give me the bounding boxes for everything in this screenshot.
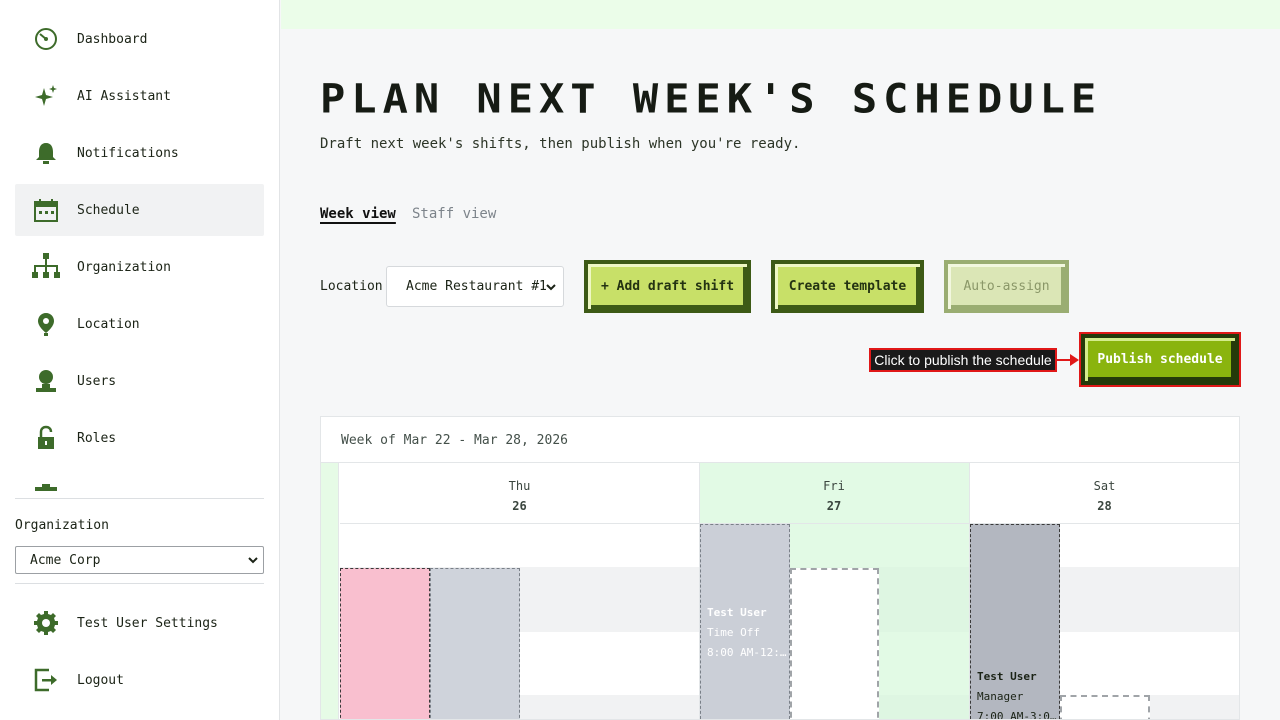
day-header-fri: Fri 27 xyxy=(699,463,969,524)
shift-block[interactable] xyxy=(430,568,520,719)
week-calendar: Week of Mar 22 - Mar 28, 2026 Thu 26 Fri… xyxy=(320,416,1240,720)
sidebar-item-label: Notifications xyxy=(77,145,179,161)
location-pin-icon xyxy=(30,308,62,340)
day-name: Sat xyxy=(1093,479,1116,493)
sidebar-item-dashboard[interactable]: Dashboard xyxy=(15,13,264,65)
time-gutter xyxy=(321,463,339,719)
logout-label: Logout xyxy=(77,672,124,688)
callout-arrow xyxy=(1057,359,1071,361)
logout-link[interactable]: Logout xyxy=(15,654,264,706)
day-header-thu: Thu 26 xyxy=(340,463,699,524)
top-banner xyxy=(281,0,1280,29)
calendar-icon xyxy=(30,194,62,226)
bell-icon xyxy=(30,137,62,169)
sidebar-item-label: Schedule xyxy=(77,202,140,218)
sidebar-item-label: Location xyxy=(77,316,140,332)
sidebar-divider xyxy=(15,498,264,499)
publish-highlight: Publish schedule xyxy=(1079,332,1241,387)
day-name: Fri xyxy=(823,479,845,493)
draft-shift-slot[interactable] xyxy=(1060,695,1150,719)
dashboard-icon xyxy=(30,23,62,55)
shift-user: Test User xyxy=(707,606,767,619)
briefcase-icon xyxy=(30,479,62,492)
shift-block-manager[interactable]: Test User Manager 7:00 AM-3:0… xyxy=(970,524,1060,720)
location-select-value: Acme Restaurant #1 xyxy=(406,279,547,294)
location-select[interactable]: Acme Restaurant #1 xyxy=(386,266,564,307)
page-subtitle: Draft next week's shifts, then publish w… xyxy=(320,136,801,152)
shift-time: 7:00 AM-3:0… xyxy=(977,710,1057,720)
org-chart-icon xyxy=(30,251,62,283)
logout-icon xyxy=(30,664,62,696)
shift-block-time-off[interactable]: Test User Time Off 8:00 AM-12:… xyxy=(700,524,790,719)
sidebar-item-label: AI Assistant xyxy=(77,88,171,104)
organization-select-value: Acme Corp xyxy=(30,552,101,568)
sidebar-item-label: Dashboard xyxy=(77,31,148,47)
shift-role: Time Off xyxy=(707,626,760,639)
calendar-header: Week of Mar 22 - Mar 28, 2026 xyxy=(321,417,1239,463)
callout-arrow-head xyxy=(1070,354,1079,366)
day-date: 27 xyxy=(826,499,842,513)
user-icon xyxy=(30,365,62,397)
user-settings-link[interactable]: Test User Settings xyxy=(15,597,264,649)
user-settings-label: Test User Settings xyxy=(77,615,218,631)
sidebar-nav: Dashboard AI Assistant Notifications Sch… xyxy=(15,13,264,492)
organization-label: Organization xyxy=(15,518,109,533)
sidebar-item-roles[interactable]: Roles xyxy=(15,412,264,464)
shift-role: Manager xyxy=(977,690,1024,703)
lock-icon xyxy=(30,422,62,454)
chevron-down-icon xyxy=(247,554,259,570)
week-title: Week of Mar 22 - Mar 28, 2026 xyxy=(341,433,568,448)
sidebar-item-label: Roles xyxy=(77,430,117,446)
auto-assign-button[interactable]: Auto-assign xyxy=(944,260,1069,313)
organization-select[interactable]: Acme Corp xyxy=(15,546,264,574)
create-template-button[interactable]: Create template xyxy=(771,260,924,313)
draft-shift-slot[interactable] xyxy=(790,568,879,719)
sidebar-item-label: Users xyxy=(77,373,117,389)
tab-staff-view[interactable]: Staff view xyxy=(412,206,496,222)
tab-week-view[interactable]: Week view xyxy=(320,206,396,222)
add-draft-shift-button[interactable]: + Add draft shift xyxy=(584,260,751,313)
sidebar-item-organization[interactable]: Organization xyxy=(15,241,264,293)
shift-user: Test User xyxy=(977,670,1037,683)
publish-schedule-button[interactable]: Publish schedule xyxy=(1081,334,1239,385)
chevron-down-icon xyxy=(545,281,557,297)
page-title: Plan next week's schedule xyxy=(320,75,1103,122)
sidebar-item-schedule[interactable]: Schedule xyxy=(15,184,264,236)
sidebar-divider xyxy=(15,583,264,584)
gear-icon xyxy=(30,607,62,639)
sidebar-item-notifications[interactable]: Notifications xyxy=(15,127,264,179)
day-date: 28 xyxy=(1097,499,1112,513)
publish-callout: Click to publish the schedule xyxy=(869,348,1057,372)
day-name: Thu xyxy=(508,479,531,493)
location-label: Location xyxy=(320,279,383,294)
day-date: 26 xyxy=(512,499,527,513)
sidebar-item-location[interactable]: Location xyxy=(15,298,264,350)
sidebar-item-users[interactable]: Users xyxy=(15,355,264,407)
day-header-sat: Sat 28 xyxy=(969,463,1239,524)
sidebar-item-ai-assistant[interactable]: AI Assistant xyxy=(15,70,264,122)
sidebar-item-partial[interactable] xyxy=(15,469,264,492)
shift-block[interactable] xyxy=(340,568,430,719)
sidebar-item-label: Organization xyxy=(77,259,171,275)
shift-time: 8:00 AM-12:… xyxy=(707,646,787,659)
sparkle-icon xyxy=(30,80,62,112)
sidebar: Dashboard AI Assistant Notifications Sch… xyxy=(0,0,280,720)
